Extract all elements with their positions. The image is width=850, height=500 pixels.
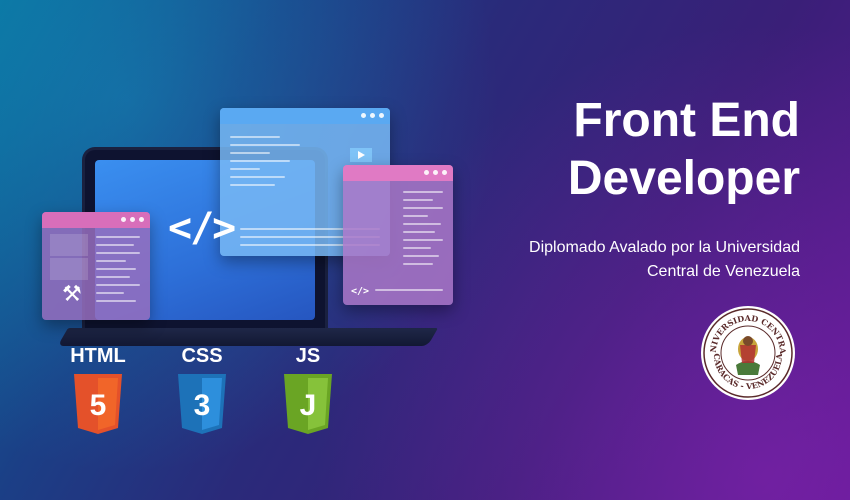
tech-js: JS J	[276, 345, 340, 436]
tech-label-css: CSS	[181, 345, 223, 367]
window-titlebar	[343, 165, 453, 181]
subtitle-line-1: Diplomado Avalado por la Universidad	[529, 239, 800, 256]
window-dots	[361, 113, 384, 118]
css3-shield-icon: 3	[178, 374, 226, 434]
tools-icon: ⚒	[62, 282, 82, 307]
html5-shield-icon: 5	[74, 374, 122, 434]
tech-label-js: JS	[295, 345, 321, 367]
window-dots	[424, 170, 447, 175]
code-brackets-icon: </>	[168, 205, 236, 251]
js-shield-icon: J	[284, 374, 332, 434]
svg-text:J: J	[300, 389, 317, 422]
window-dots	[121, 217, 144, 222]
window-titlebar	[42, 212, 150, 228]
tech-css: CSS 3	[170, 345, 234, 436]
tech-html: HTML 5	[66, 345, 130, 436]
window-titlebar	[220, 108, 390, 124]
page-title: Front End Developer	[568, 92, 800, 208]
laptop-base	[57, 328, 438, 346]
title-line-1: Front End	[573, 94, 800, 147]
tools-window: ⚒	[42, 212, 150, 320]
svg-text:3: 3	[194, 389, 211, 422]
university-seal-logo: UNIVERSIDAD CENTRAL CARACAS - VENEZUELA	[700, 305, 795, 400]
play-icon	[350, 148, 372, 162]
title-line-2: Developer	[567, 152, 800, 205]
code-symbol-small: </>	[351, 286, 370, 297]
subtitle-line-2: Central de Venezuela	[647, 263, 800, 280]
subtitle: Diplomado Avalado por la Universidad Cen…	[480, 236, 800, 284]
tech-label-html: HTML	[70, 345, 126, 367]
code-window-pink: </>	[343, 165, 453, 305]
svg-text:5: 5	[90, 389, 107, 422]
